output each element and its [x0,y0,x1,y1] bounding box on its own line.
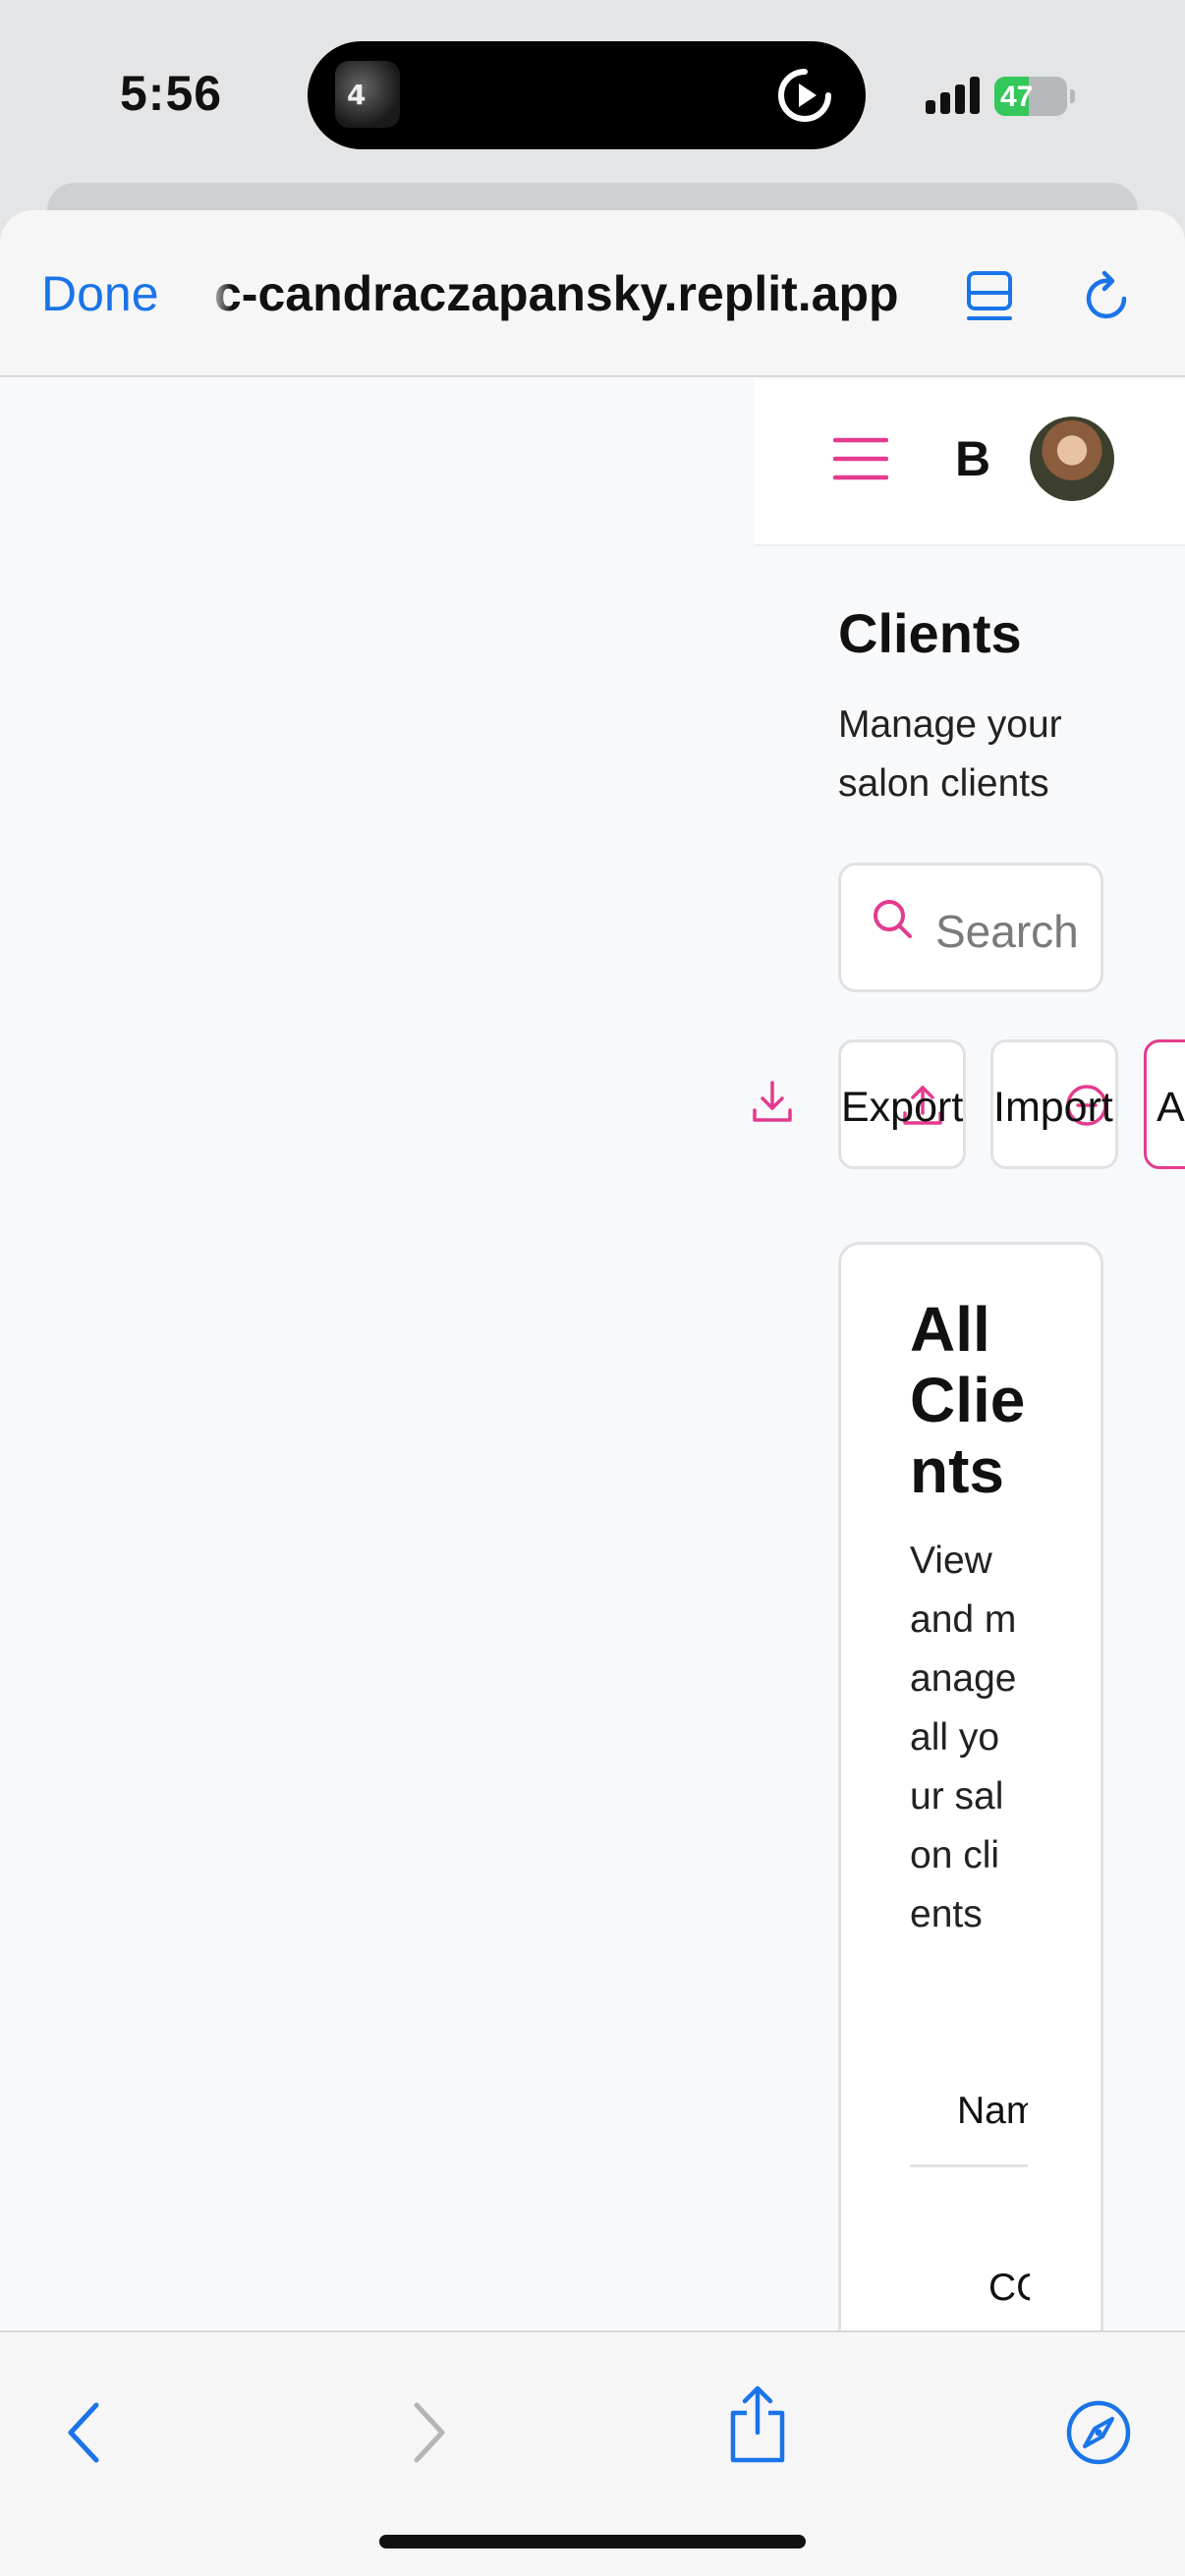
share-icon[interactable] [727,2383,788,2466]
safari-view-sheet: Done c-candraczapansky.replit.app B Clie… [0,210,1185,2576]
dynamic-island[interactable]: 4 [308,41,866,149]
browser-top-bar: Done c-candraczapansky.replit.app [0,210,1185,377]
screen: 5:56 4 47 Done c-candraczapansky.replit.… [0,0,1185,2576]
done-button[interactable]: Done [41,265,159,322]
reload-icon[interactable] [1079,269,1136,326]
page-title: Clients [838,602,1022,664]
web-content: B Clients Manage your salon clients Sear… [0,379,1185,2330]
table-header-divider [910,2164,1028,2167]
play-circle-icon[interactable] [775,66,834,125]
app-header: B [755,379,1185,546]
battery-icon: 47 [994,77,1075,116]
compass-icon[interactable] [1065,2399,1132,2466]
page-subtitle: Manage your salon clients [838,703,1062,805]
user-avatar[interactable] [1030,417,1114,501]
now-playing-artwork[interactable]: 4 [335,61,400,128]
add-label: Ad [1157,1084,1185,1131]
artwork-text: 4 [347,79,367,111]
card-title: All Clients [910,1294,1026,1506]
export-label: Export C [841,1084,964,1131]
search-icon [874,900,912,938]
chevron-right-icon [414,2402,445,2463]
cellular-signal-icon [926,77,981,114]
search-input[interactable] [935,905,1100,958]
all-clients-card: All Clients View and manage all your sal… [838,1242,1103,2330]
battery-percentage: 47 [1000,81,1034,113]
home-indicator[interactable] [379,2535,806,2548]
import-clients-button[interactable]: Import C [990,1039,1118,1169]
add-client-button[interactable]: Ad [1144,1039,1185,1169]
table-row[interactable]: CC [988,2267,1030,2330]
column-header-name[interactable]: Name [957,2090,1028,2133]
reader-mode-icon[interactable] [965,269,1014,324]
chevron-left-icon[interactable] [65,2401,104,2464]
url-address[interactable]: c-candraczapansky.replit.app [214,265,899,322]
client-initials-cell: CC [988,2267,1030,2309]
download-icon[interactable] [751,1079,794,1126]
app-panel: B Clients Manage your salon clients Sear… [753,379,1185,2330]
hamburger-menu-icon[interactable] [833,436,888,481]
client-search[interactable] [838,863,1103,992]
brand-logo-text[interactable]: B [955,430,990,487]
import-label: Import C [993,1084,1115,1131]
table-header: Name [910,2070,1028,2158]
export-clients-button[interactable]: Export C [838,1039,966,1169]
card-description: View and manage all your salon clients [910,1540,1017,1935]
status-time: 5:56 [120,66,223,121]
